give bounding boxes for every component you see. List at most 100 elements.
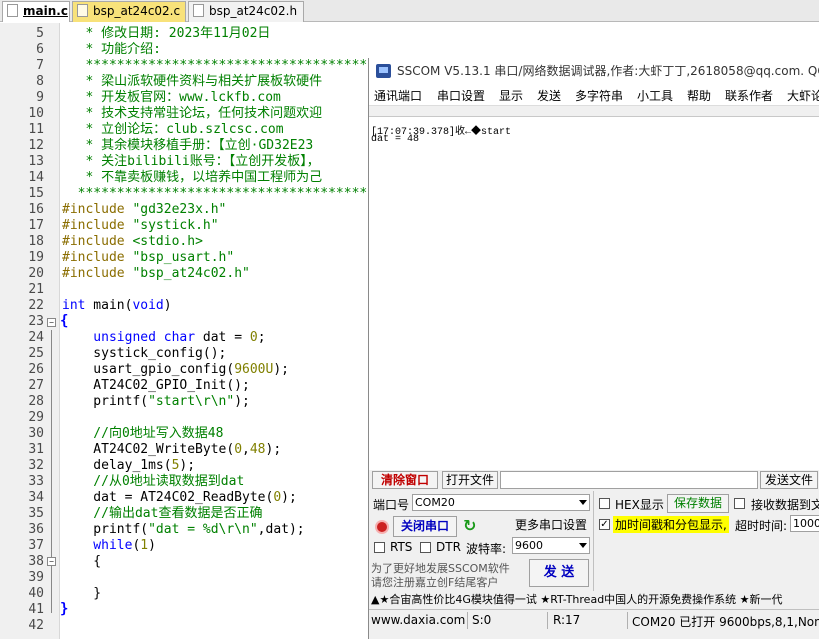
- receive-line: dat = 48: [371, 134, 420, 145]
- status-separator: [627, 612, 628, 629]
- menu-item-tools[interactable]: 小工具: [637, 87, 673, 104]
- fold-toggle-icon[interactable]: −: [47, 318, 56, 327]
- line-number: 33: [28, 474, 44, 489]
- line-number: 29: [28, 410, 44, 425]
- clear-window-button[interactable]: 清除窗口: [372, 471, 438, 489]
- code-line: printf("start\r\n");: [62, 394, 250, 409]
- baud-select[interactable]: 9600: [512, 537, 590, 554]
- file-toolbar: 清除窗口 打开文件 发送文件: [369, 470, 819, 490]
- line-number: 19: [28, 250, 44, 265]
- menu-item-serial-settings[interactable]: 串口设置: [437, 87, 485, 104]
- power-icon: [375, 520, 389, 534]
- code-line: * 技术支持常驻论坛，任何技术问题欢迎: [62, 106, 323, 121]
- code-line: int main(void): [62, 298, 172, 313]
- line-number: 32: [28, 458, 44, 473]
- status-website[interactable]: www.daxia.com: [371, 613, 465, 627]
- close-brace: }: [60, 601, 69, 617]
- save-data-button[interactable]: 保存数据: [667, 494, 729, 513]
- code-line: unsigned char dat = 0;: [62, 330, 266, 345]
- baud-label: 波特率:: [466, 542, 507, 556]
- code-line: * 不靠卖板赚钱，以培养中国工程师为己: [62, 170, 323, 185]
- code-line: * 其余模块移植手册：【立创·GD32E23: [62, 138, 314, 153]
- chevron-down-icon: [579, 543, 587, 548]
- line-number: 38: [28, 554, 44, 569]
- menu-item-forum[interactable]: 大虾论: [787, 87, 819, 104]
- port-select[interactable]: COM20: [412, 494, 590, 511]
- status-separator: [547, 612, 548, 629]
- dtr-checkbox[interactable]: [420, 542, 431, 553]
- status-port-info: COM20 已打开 9600bps,8,1,Non: [632, 615, 819, 629]
- file-path-input[interactable]: [500, 471, 758, 489]
- line-number: 30: [28, 426, 44, 441]
- line-number: 36: [28, 522, 44, 537]
- status-received-count: R:17: [553, 613, 581, 627]
- rts-label: RTS: [390, 540, 413, 554]
- line-number: 37: [28, 538, 44, 553]
- line-number-gutter: 5 6 7 8 9 10 11 12 13 14 15 16 17 18 19 …: [0, 23, 60, 639]
- file-icon: [77, 4, 88, 17]
- menu-item-display[interactable]: 显示: [499, 87, 523, 104]
- sscom-menu-bar: 通讯端口 串口设置 显示 发送 多字符串 小工具 帮助 联系作者 大虾论: [369, 84, 819, 106]
- code-line: //向0地址写入数据48: [62, 426, 224, 441]
- line-number: 13: [28, 154, 44, 169]
- more-port-settings-button[interactable]: 更多串口设置: [512, 516, 590, 535]
- receive-area[interactable]: [17:07:39.378]收←◆start dat = 48: [369, 116, 819, 470]
- menu-item-send[interactable]: 发送: [537, 87, 561, 104]
- refresh-icon[interactable]: ↻: [463, 518, 479, 534]
- menu-item-multi-string[interactable]: 多字符串: [575, 87, 623, 104]
- menu-item-port[interactable]: 通讯端口: [374, 87, 422, 104]
- hex-display-checkbox[interactable]: [599, 498, 610, 509]
- line-number: 39: [28, 570, 44, 585]
- open-file-button[interactable]: 打开文件: [442, 471, 498, 489]
- send-button[interactable]: 发 送: [529, 559, 589, 587]
- line-number: 40: [28, 586, 44, 601]
- line-number: 15: [28, 186, 44, 201]
- receive-to-file-checkbox[interactable]: [734, 498, 745, 509]
- sscom-title-bar: SSCOM V5.13.1 串口/网络数据调试器,作者:大虾丁丁,2618058…: [369, 58, 819, 84]
- promo-text-2: 请您注册嘉立创F结尾客户: [371, 576, 499, 589]
- code-line: while(1): [62, 538, 156, 553]
- line-number: 17: [28, 218, 44, 233]
- tab-label: bsp_at24c02.c: [93, 4, 181, 18]
- line-number: 14: [28, 170, 44, 185]
- line-number: 20: [28, 266, 44, 281]
- line-number: 10: [28, 106, 44, 121]
- line-number: 31: [28, 442, 44, 457]
- fold-guide: [51, 567, 52, 597]
- code-line: printf("dat = %d\r\n",dat);: [62, 522, 305, 537]
- code-line: #include "systick.h": [62, 218, 219, 233]
- menu-item-help[interactable]: 帮助: [687, 87, 711, 104]
- timeout-input[interactable]: 1000: [790, 515, 819, 532]
- code-line: * 立创论坛：club.szlcsc.com: [62, 122, 284, 137]
- timestamp-label: 加时间戳和分包显示,: [613, 516, 729, 533]
- status-bar: www.daxia.com S:0 R:17 COM20 已打开 9600bps…: [369, 609, 819, 631]
- menu-item-contact[interactable]: 联系作者: [725, 87, 773, 104]
- sscom-window: SSCOM V5.13.1 串口/网络数据调试器,作者:大虾丁丁,2618058…: [368, 58, 819, 639]
- send-file-button[interactable]: 发送文件: [760, 471, 818, 489]
- code-line: ****************************************…: [85, 58, 368, 73]
- timestamp-checkbox[interactable]: ✓: [599, 519, 610, 530]
- code-line: #include "bsp_at24c02.h": [62, 266, 250, 281]
- receive-to-file-label: 接收数据到文: [751, 498, 819, 512]
- tab-bsp-at24c02-h[interactable]: bsp_at24c02.h: [188, 1, 304, 22]
- code-line: * 梁山派软硬件资料与相关扩展板软硬件: [62, 74, 323, 89]
- close-port-button[interactable]: 关闭串口: [393, 516, 457, 537]
- sscom-title: SSCOM V5.13.1 串口/网络数据调试器,作者:大虾丁丁,2618058…: [397, 64, 819, 78]
- file-icon: [7, 4, 18, 17]
- code-line: * 开发板官网：www.lckfb.com: [62, 90, 281, 105]
- chevron-down-icon: [579, 500, 587, 505]
- code-line: //输出dat查看数据是否正确: [62, 506, 263, 521]
- dtr-label: DTR: [436, 540, 461, 554]
- tab-label: main.c: [23, 4, 68, 18]
- editor-tab-bar: main.c bsp_at24c02.c bsp_at24c02.h: [0, 0, 819, 22]
- news-ticker[interactable]: ▲★合宙高性价比4G模块值得一试 ★RT-Thread中国人的开源免费操作系统 …: [371, 591, 819, 607]
- line-number: 26: [28, 362, 44, 377]
- code-line: delay_1ms(5);: [62, 458, 196, 473]
- fold-toggle-icon[interactable]: −: [47, 557, 56, 566]
- open-brace: {: [60, 313, 69, 329]
- tab-bsp-at24c02-c[interactable]: bsp_at24c02.c: [72, 1, 186, 22]
- rts-checkbox[interactable]: [374, 542, 385, 553]
- line-number: 9: [36, 90, 44, 105]
- line-number: 7: [36, 58, 44, 73]
- tab-main-c[interactable]: main.c: [2, 1, 70, 22]
